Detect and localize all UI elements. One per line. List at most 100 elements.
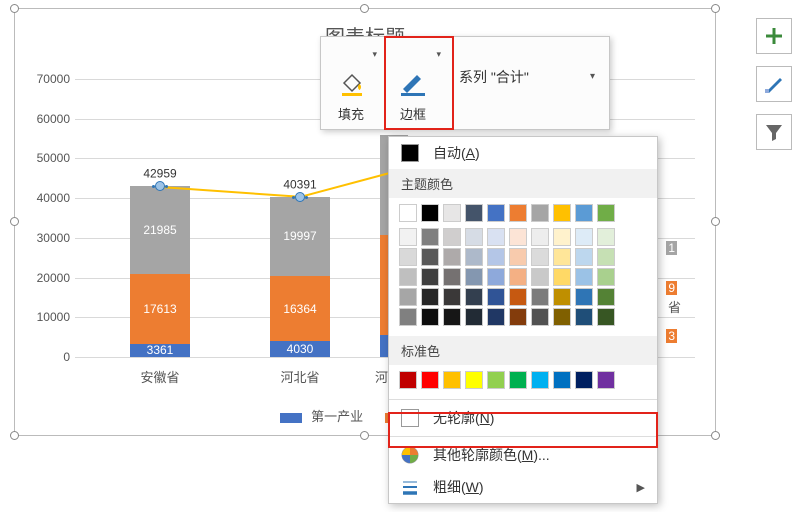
color-swatch[interactable] <box>553 204 571 222</box>
color-swatch[interactable] <box>575 228 593 246</box>
data-point[interactable] <box>295 192 305 202</box>
legend-label: 第一产业 <box>311 409 363 424</box>
chart-styles-button[interactable] <box>756 66 792 102</box>
color-swatch[interactable] <box>465 248 483 266</box>
color-swatch[interactable] <box>443 308 461 326</box>
color-swatch[interactable] <box>487 248 505 266</box>
color-swatch[interactable] <box>399 308 417 326</box>
color-swatch[interactable] <box>531 308 549 326</box>
color-swatch[interactable] <box>487 204 505 222</box>
color-swatch[interactable] <box>487 288 505 306</box>
color-swatch[interactable] <box>465 308 483 326</box>
color-swatch[interactable] <box>421 268 439 286</box>
color-swatch[interactable] <box>575 288 593 306</box>
color-swatch[interactable] <box>597 288 615 306</box>
color-swatch[interactable] <box>399 371 417 389</box>
color-swatch[interactable] <box>443 228 461 246</box>
color-swatch[interactable] <box>597 371 615 389</box>
color-swatch[interactable] <box>553 288 571 306</box>
color-swatch[interactable] <box>399 248 417 266</box>
bar-hebei[interactable]: 4030 16364 19997 <box>270 197 330 357</box>
color-swatch[interactable] <box>597 308 615 326</box>
color-swatch[interactable] <box>421 228 439 246</box>
color-swatch[interactable] <box>509 268 527 286</box>
funnel-icon <box>764 122 784 142</box>
color-swatch[interactable] <box>597 248 615 266</box>
resize-handle[interactable] <box>711 431 720 440</box>
auto-color-item[interactable]: 自动(A) <box>389 137 657 169</box>
color-swatch[interactable] <box>465 204 483 222</box>
color-swatch[interactable] <box>531 371 549 389</box>
color-swatch[interactable] <box>553 308 571 326</box>
color-swatch[interactable] <box>531 228 549 246</box>
color-swatch[interactable] <box>575 371 593 389</box>
weight-item[interactable]: 粗细(W) ▶ <box>389 471 657 503</box>
resize-handle[interactable] <box>10 4 19 13</box>
bar-anhui[interactable]: 3361 17613 21985 <box>130 186 190 357</box>
color-swatch[interactable] <box>443 288 461 306</box>
color-swatch[interactable] <box>399 228 417 246</box>
color-swatch[interactable] <box>421 371 439 389</box>
dropdown-caret-icon[interactable]: ▾ <box>590 67 595 82</box>
color-swatch[interactable] <box>443 268 461 286</box>
color-swatch[interactable] <box>509 204 527 222</box>
color-swatch[interactable] <box>575 308 593 326</box>
chart-elements-button[interactable] <box>756 18 792 54</box>
color-swatch[interactable] <box>399 204 417 222</box>
color-swatch[interactable] <box>553 228 571 246</box>
color-swatch[interactable] <box>421 204 439 222</box>
color-swatch[interactable] <box>575 204 593 222</box>
data-label: 9 <box>666 281 677 295</box>
dropdown-caret-icon[interactable]: ▾ <box>372 49 377 60</box>
resize-handle[interactable] <box>10 217 19 226</box>
color-swatch[interactable] <box>531 288 549 306</box>
color-swatch[interactable] <box>465 288 483 306</box>
menu-label: 其他轮廓颜色(M)... <box>433 445 550 465</box>
color-swatch[interactable] <box>553 248 571 266</box>
color-wheel-icon <box>401 446 419 464</box>
color-swatch[interactable] <box>399 268 417 286</box>
color-swatch[interactable] <box>443 204 461 222</box>
color-swatch[interactable] <box>487 268 505 286</box>
color-swatch[interactable] <box>597 228 615 246</box>
color-swatch[interactable] <box>421 308 439 326</box>
color-swatch[interactable] <box>443 371 461 389</box>
chart-filters-button[interactable] <box>756 114 792 150</box>
color-swatch[interactable] <box>597 268 615 286</box>
color-swatch[interactable] <box>531 204 549 222</box>
color-swatch[interactable] <box>509 228 527 246</box>
resize-handle[interactable] <box>711 217 720 226</box>
color-swatch[interactable] <box>465 228 483 246</box>
color-swatch[interactable] <box>531 248 549 266</box>
fill-button[interactable]: ▾ 填充 <box>321 37 381 129</box>
color-swatch[interactable] <box>487 308 505 326</box>
resize-handle[interactable] <box>360 4 369 13</box>
color-swatch[interactable] <box>553 371 571 389</box>
color-swatch[interactable] <box>487 371 505 389</box>
series-selector[interactable]: 系列 "合计" ▾ <box>445 37 609 129</box>
color-swatch[interactable] <box>465 268 483 286</box>
resize-handle[interactable] <box>360 431 369 440</box>
color-swatch[interactable] <box>509 371 527 389</box>
color-swatch[interactable] <box>597 204 615 222</box>
data-point[interactable] <box>155 181 165 191</box>
color-swatch[interactable] <box>531 268 549 286</box>
color-swatch[interactable] <box>399 288 417 306</box>
highlight-box <box>384 36 454 130</box>
resize-handle[interactable] <box>10 431 19 440</box>
color-swatch[interactable] <box>509 288 527 306</box>
resize-handle[interactable] <box>711 4 720 13</box>
color-swatch[interactable] <box>465 371 483 389</box>
color-swatch[interactable] <box>575 268 593 286</box>
line-weight-icon <box>401 478 419 496</box>
color-swatch[interactable] <box>553 268 571 286</box>
y-tick: 50000 <box>25 151 70 165</box>
color-swatch[interactable] <box>443 248 461 266</box>
color-swatch[interactable] <box>487 228 505 246</box>
y-tick: 10000 <box>25 310 70 324</box>
color-swatch[interactable] <box>509 248 527 266</box>
color-swatch[interactable] <box>421 288 439 306</box>
color-swatch[interactable] <box>575 248 593 266</box>
color-swatch[interactable] <box>509 308 527 326</box>
color-swatch[interactable] <box>421 248 439 266</box>
